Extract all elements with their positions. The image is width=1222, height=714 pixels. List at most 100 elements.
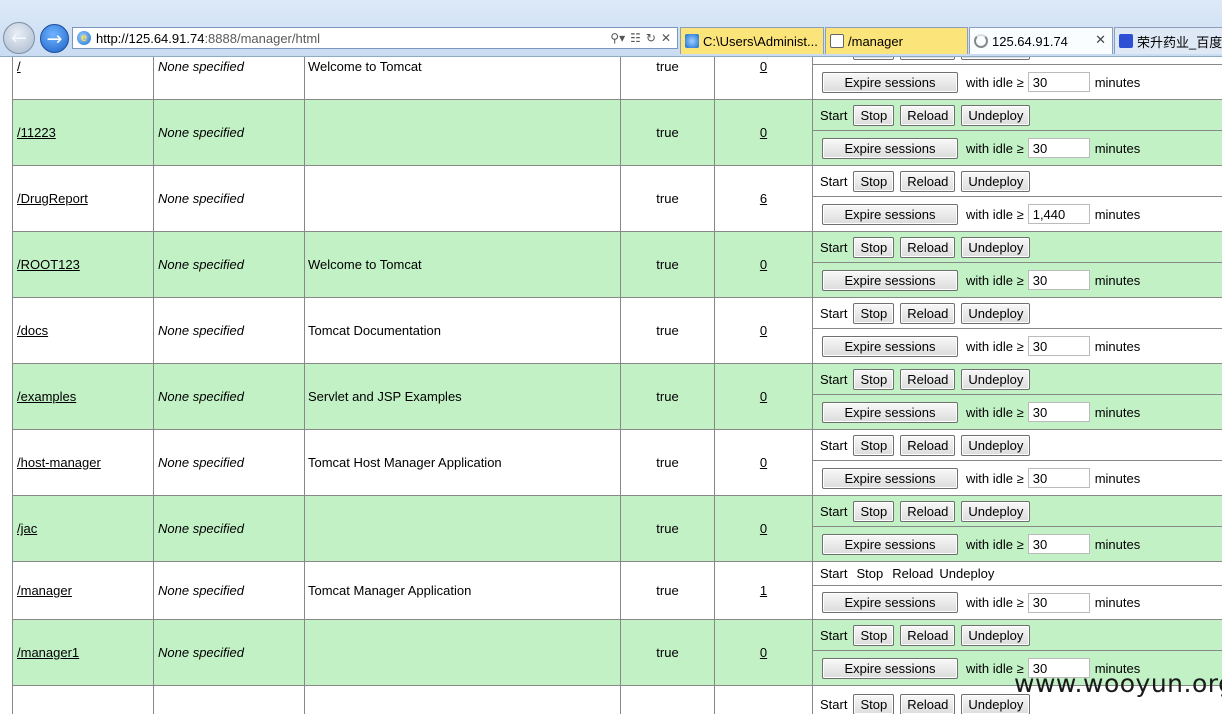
stop-button[interactable]: Stop bbox=[853, 104, 895, 126]
idle-minutes-input[interactable] bbox=[1027, 138, 1090, 158]
undeploy-button[interactable]: Undeploy bbox=[961, 302, 1031, 324]
undeploy-button[interactable]: Undeploy bbox=[961, 57, 1031, 60]
reload-button[interactable]: Reload bbox=[900, 170, 956, 192]
display-name-cell bbox=[304, 165, 621, 232]
stop-button[interactable]: Stop bbox=[853, 624, 895, 646]
reload-button[interactable]: Reload bbox=[900, 500, 956, 522]
reload-button[interactable]: Reload bbox=[900, 368, 956, 390]
sessions-link[interactable]: 0 bbox=[760, 645, 767, 660]
undeploy-button[interactable]: Undeploy bbox=[961, 170, 1031, 192]
expire-sessions-button[interactable]: Expire sessions bbox=[822, 71, 958, 93]
address-url[interactable]: http://125.64.91.74:8888/manager/html bbox=[96, 31, 610, 46]
sessions-link[interactable]: 0 bbox=[760, 59, 767, 74]
expire-sessions-button[interactable]: Expire sessions bbox=[822, 657, 958, 679]
compatibility-view-icon[interactable]: ☷ bbox=[630, 31, 641, 45]
sessions-link[interactable]: 0 bbox=[760, 125, 767, 140]
expire-sessions-button[interactable]: Expire sessions bbox=[822, 203, 958, 225]
undeploy-button[interactable]: Undeploy bbox=[961, 624, 1031, 646]
sessions-link[interactable]: 0 bbox=[760, 521, 767, 536]
expire-sessions-button[interactable]: Expire sessions bbox=[822, 533, 958, 555]
sessions-cell: 0 bbox=[714, 297, 813, 364]
sessions-link[interactable]: 0 bbox=[760, 389, 767, 404]
stop-loading-icon[interactable]: ✕ bbox=[661, 31, 671, 45]
stop-button[interactable]: Stop bbox=[853, 693, 895, 714]
app-path-link[interactable]: /ROOT123 bbox=[17, 257, 80, 272]
idle-minutes-input[interactable] bbox=[1027, 270, 1090, 290]
stop-label: Stop bbox=[856, 566, 884, 581]
sessions-link[interactable]: 1 bbox=[760, 583, 767, 598]
stop-button[interactable]: Stop bbox=[853, 57, 895, 60]
app-path-link[interactable]: /manager1 bbox=[17, 645, 79, 660]
undeploy-button[interactable]: Undeploy bbox=[961, 368, 1031, 390]
commands-cell: Start Stop Reload Undeploy Expire sessio… bbox=[812, 231, 1222, 298]
forward-arrow-icon[interactable]: → bbox=[40, 24, 69, 53]
browser-tab-active[interactable]: 125.64.91.74 ✕ bbox=[969, 27, 1113, 54]
expire-sessions-button[interactable]: Expire sessions bbox=[822, 401, 958, 423]
application-row: /11223 None specified true 0 Start Stop … bbox=[12, 99, 1222, 166]
app-path-link[interactable]: /jac bbox=[17, 521, 37, 536]
expire-sessions-form: Expire sessions with idle ≥ minutes bbox=[813, 586, 1222, 619]
reload-button[interactable]: Reload bbox=[900, 236, 956, 258]
sessions-link[interactable]: 6 bbox=[760, 191, 767, 206]
stop-button[interactable]: Stop bbox=[853, 236, 895, 258]
stop-button[interactable]: Stop bbox=[853, 302, 895, 324]
idle-minutes-input[interactable] bbox=[1027, 204, 1090, 224]
undeploy-button[interactable]: Undeploy bbox=[961, 236, 1031, 258]
version-cell: None specified bbox=[153, 297, 305, 364]
running-cell: true bbox=[620, 99, 715, 166]
reload-button[interactable]: Reload bbox=[900, 624, 956, 646]
version-cell: None specified bbox=[153, 363, 305, 430]
reload-button[interactable]: Reload bbox=[900, 693, 956, 714]
stop-button[interactable]: Stop bbox=[853, 368, 895, 390]
lifecycle-commands: Start Stop Reload Undeploy bbox=[813, 496, 1222, 527]
stop-button[interactable]: Stop bbox=[853, 170, 895, 192]
app-path-link[interactable]: /DrugReport bbox=[17, 191, 88, 206]
undeploy-button[interactable]: Undeploy bbox=[961, 104, 1031, 126]
path-cell: /DrugReport bbox=[12, 165, 154, 232]
reload-button[interactable]: Reload bbox=[900, 104, 956, 126]
expire-sessions-button[interactable]: Expire sessions bbox=[822, 137, 958, 159]
lifecycle-commands: Start Stop Reload Undeploy bbox=[813, 620, 1222, 651]
idle-minutes-input[interactable] bbox=[1027, 402, 1090, 422]
expire-sessions-button[interactable]: Expire sessions bbox=[822, 269, 958, 291]
sessions-link[interactable]: 0 bbox=[760, 257, 767, 272]
app-path-link[interactable]: /host-manager bbox=[17, 455, 101, 470]
sessions-cell: 0 bbox=[714, 231, 813, 298]
idle-minutes-input[interactable] bbox=[1027, 468, 1090, 488]
browser-tab-baidu[interactable]: 荣升药业_百度搜 bbox=[1114, 27, 1222, 54]
idle-minutes-input[interactable] bbox=[1027, 592, 1090, 613]
idle-minutes-input[interactable] bbox=[1027, 72, 1090, 92]
with-idle-label: with idle ≥ bbox=[966, 338, 1024, 354]
display-name-cell: Servlet and JSP Examples bbox=[304, 363, 621, 430]
idle-minutes-input[interactable] bbox=[1027, 534, 1090, 554]
app-path-link[interactable]: /11223 bbox=[17, 125, 56, 140]
app-path-link[interactable]: /docs bbox=[17, 323, 48, 338]
browser-tab-local-file[interactable]: C:\Users\Administ... bbox=[680, 27, 824, 54]
idle-minutes-input[interactable] bbox=[1027, 336, 1090, 356]
browser-tab-manager[interactable]: /manager bbox=[825, 27, 968, 54]
app-path-link[interactable]: / bbox=[17, 59, 21, 74]
stop-button[interactable]: Stop bbox=[853, 500, 895, 522]
close-tab-icon[interactable]: ✕ bbox=[1095, 33, 1106, 48]
expire-sessions-button[interactable]: Expire sessions bbox=[822, 467, 958, 489]
app-path-link[interactable]: /manager bbox=[17, 583, 72, 598]
reload-button[interactable]: Reload bbox=[900, 434, 956, 456]
expire-sessions-button[interactable]: Expire sessions bbox=[822, 335, 958, 357]
undeploy-button[interactable]: Undeploy bbox=[961, 434, 1031, 456]
display-name-cell: Welcome to Tomcat bbox=[304, 57, 621, 100]
reload-button[interactable]: Reload bbox=[900, 57, 956, 60]
refresh-icon[interactable]: ↻ bbox=[646, 31, 656, 45]
app-path-link[interactable]: /examples bbox=[17, 389, 76, 404]
back-arrow-icon[interactable]: ← bbox=[3, 22, 35, 54]
address-bar[interactable]: e http://125.64.91.74:8888/manager/html … bbox=[72, 27, 678, 49]
undeploy-button[interactable]: Undeploy bbox=[961, 500, 1031, 522]
sessions-link[interactable]: 0 bbox=[760, 323, 767, 338]
sessions-link[interactable]: 0 bbox=[760, 455, 767, 470]
expire-sessions-button[interactable]: Expire sessions bbox=[822, 592, 958, 613]
stop-button[interactable]: Stop bbox=[853, 434, 895, 456]
path-cell: /jac bbox=[12, 495, 154, 562]
reload-button[interactable]: Reload bbox=[900, 302, 956, 324]
expire-sessions-form: Expire sessions with idle ≥ minutes bbox=[813, 461, 1222, 495]
search-icon[interactable]: ⚲▾ bbox=[610, 31, 625, 45]
path-cell bbox=[12, 685, 154, 714]
